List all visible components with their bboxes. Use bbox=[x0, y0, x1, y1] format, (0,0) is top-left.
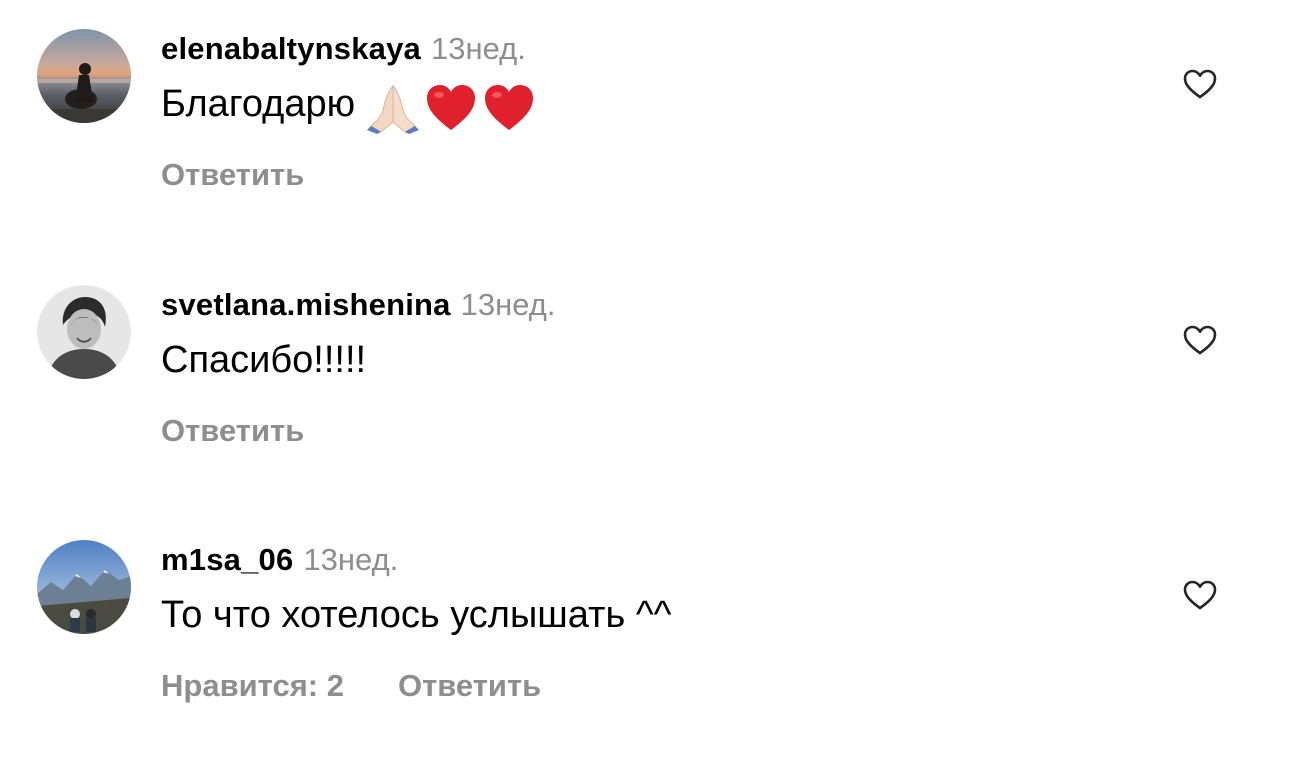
comment-text: Благодарю bbox=[161, 78, 541, 134]
folded-hands-icon bbox=[367, 84, 420, 134]
red-heart-icon bbox=[427, 84, 476, 130]
reply-button[interactable]: Ответить bbox=[161, 157, 304, 192]
avatar[interactable] bbox=[37, 285, 131, 379]
comment-body: Спасибо!!!!! bbox=[161, 339, 367, 381]
mountains-avatar-image bbox=[37, 540, 131, 634]
timestamp: 13нед. bbox=[303, 542, 399, 577]
username[interactable]: m1sa_06 bbox=[161, 542, 293, 577]
heart-outline-icon[interactable] bbox=[1182, 322, 1218, 358]
comment-actions: Ответить bbox=[161, 411, 304, 451]
comment-text: То что хотелось услышать ^^ bbox=[161, 589, 671, 641]
avatar[interactable] bbox=[37, 29, 131, 123]
comment-body: То что хотелось услышать ^^ bbox=[161, 594, 672, 636]
timestamp: 13нед. bbox=[460, 287, 556, 322]
comment-item: m1sa_06 13нед. То что хотелось услышать ^… bbox=[0, 511, 1290, 767]
emoji-group bbox=[367, 80, 541, 134]
reply-button[interactable]: Ответить bbox=[398, 668, 541, 703]
heart-outline-icon[interactable] bbox=[1182, 66, 1218, 102]
timestamp: 13нед. bbox=[430, 31, 526, 66]
sunset-beach-avatar-image bbox=[37, 29, 131, 123]
username[interactable]: svetlana.mishenina bbox=[161, 287, 451, 322]
heart-outline-icon[interactable] bbox=[1182, 577, 1218, 613]
comment-body: Благодарю bbox=[161, 83, 356, 125]
comment-header: svetlana.mishenina 13нед. bbox=[161, 285, 555, 325]
comment-item: svetlana.mishenina 13нед. Спасибо!!!!! От… bbox=[0, 256, 1290, 512]
likes-count-button[interactable]: Нравится: 2 bbox=[161, 668, 344, 703]
comment-header: m1sa_06 13нед. bbox=[161, 540, 398, 580]
portrait-bw-avatar-image bbox=[37, 285, 131, 379]
comment-text: Спасибо!!!!! bbox=[161, 334, 366, 386]
comment-header: elenabaltynskaya 13нед. bbox=[161, 29, 526, 69]
comment-actions: Нравится: 2 Ответить bbox=[161, 666, 541, 706]
reply-button[interactable]: Ответить bbox=[161, 413, 304, 448]
comment-item: elenabaltynskaya 13нед. Благодарю Ответит… bbox=[0, 0, 1290, 256]
username[interactable]: elenabaltynskaya bbox=[161, 31, 421, 66]
avatar[interactable] bbox=[37, 540, 131, 634]
comment-actions: Ответить bbox=[161, 155, 304, 195]
red-heart-icon bbox=[485, 84, 534, 130]
